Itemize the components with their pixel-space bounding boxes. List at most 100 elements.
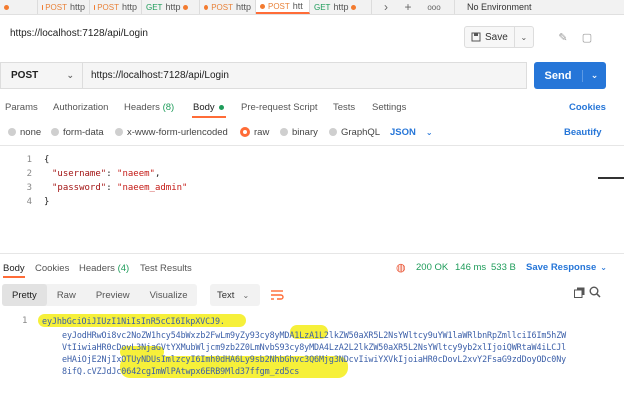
tab-headers[interactable]: Headers (8)	[124, 98, 174, 116]
response-tab-headers[interactable]: Headers (4)	[79, 259, 129, 277]
more-tabs-chevron-icon[interactable]: ›	[378, 0, 394, 14]
environment-selector[interactable]: No Environment	[454, 0, 624, 14]
request-tab[interactable]: POST http	[38, 0, 90, 14]
tab-title: htt	[292, 1, 303, 11]
unsaved-dot-icon	[351, 4, 357, 10]
tab-title: http	[333, 2, 349, 12]
unsaved-dot-icon	[204, 4, 209, 10]
tab-title: http	[121, 2, 137, 12]
format-pretty[interactable]: Pretty	[2, 284, 47, 306]
active-tab-underline	[3, 276, 25, 278]
json-label: JSON	[390, 126, 416, 138]
radio-circle-icon	[115, 128, 123, 136]
comments-icon[interactable]: ▢	[576, 26, 598, 48]
line-number: 3	[26, 183, 32, 193]
save-response-button[interactable]: Save Response ⌄	[526, 259, 607, 275]
radio-label: x-www-form-urlencoded	[127, 126, 228, 138]
json-colon: :	[106, 169, 118, 179]
response-format-group: Pretty Raw Preview Visualize	[2, 284, 198, 306]
copy-icon[interactable]	[572, 285, 586, 299]
response-tab-body[interactable]: Body	[3, 259, 25, 277]
radio-circle-icon	[329, 128, 337, 136]
globe-icon[interactable]: ◍	[396, 259, 406, 275]
request-tab[interactable]: GET http	[310, 0, 372, 14]
send-button[interactable]: Send ⌄	[534, 62, 606, 89]
request-tab[interactable]: POST http	[90, 0, 142, 14]
request-tab[interactable]: GET http	[142, 0, 200, 14]
format-preview[interactable]: Preview	[86, 284, 140, 306]
radio-circle-icon	[280, 128, 288, 136]
response-type-select[interactable]: Text ⌄	[210, 284, 260, 306]
response-tab-cookies[interactable]: Cookies	[35, 259, 69, 277]
unsaved-dot-icon	[4, 4, 9, 10]
cookies-link[interactable]: Cookies	[569, 98, 606, 116]
tab-body[interactable]: Body	[193, 98, 224, 116]
radio-label: GraphQL	[341, 126, 381, 138]
unsaved-dot-icon	[183, 4, 189, 10]
tab-title: http	[69, 2, 85, 12]
url-input[interactable]: https://localhost:7128/api/Login	[82, 62, 527, 89]
format-visualize[interactable]: Visualize	[140, 284, 198, 306]
request-tab[interactable]	[0, 0, 38, 14]
tab-method: POST	[97, 2, 119, 12]
chevron-down-icon[interactable]: ⌄	[515, 33, 533, 42]
response-token-line: eyJhbGciOiJIUzI1NiIsInR5cCI6IkpXVCJ9.	[42, 316, 225, 326]
response-time[interactable]: 146 ms	[455, 259, 486, 275]
tab-pre-request-script[interactable]: Pre-request Script	[241, 98, 318, 116]
url-value: https://localhost:7128/api/Login	[91, 70, 229, 81]
request-tab[interactable]: POST http	[200, 0, 256, 14]
radio-none[interactable]: none	[8, 125, 41, 139]
json-colon: :	[106, 183, 118, 193]
search-icon[interactable]	[588, 285, 602, 299]
line-number: 1	[22, 316, 28, 326]
radio-raw[interactable]: raw	[240, 125, 269, 139]
radio-urlencoded[interactable]: x-www-form-urlencoded	[115, 125, 228, 139]
chevron-down-icon: ⌄	[242, 290, 250, 300]
radio-binary[interactable]: binary	[280, 125, 318, 139]
more-options-icon[interactable]: ooo	[424, 0, 444, 14]
chevron-down-icon[interactable]: ⌄	[583, 70, 606, 81]
unsaved-dot-icon	[260, 3, 265, 9]
radio-form-data[interactable]: form-data	[51, 125, 104, 139]
radio-circle-icon	[51, 128, 59, 136]
chevron-down-icon: ⌄	[425, 127, 433, 137]
json-key: "password"	[52, 183, 107, 193]
save-label: Save	[485, 31, 508, 43]
json-value: "naeem"	[117, 169, 155, 179]
line-number: 1	[26, 155, 32, 165]
active-tab-underline	[192, 116, 226, 118]
tab-body-label: Body	[193, 101, 215, 113]
beautify-link[interactable]: Beautify	[564, 125, 601, 139]
json-comma: ,	[154, 169, 161, 179]
request-tabs: Params Authorization Headers (8) Body Pr…	[0, 98, 624, 116]
format-raw[interactable]: Raw	[47, 284, 86, 306]
wrap-lines-icon[interactable]	[266, 284, 288, 306]
method-select[interactable]: POST ⌄	[0, 62, 82, 89]
code-line: }	[44, 197, 50, 207]
tab-settings[interactable]: Settings	[372, 98, 406, 116]
tab-method: POST	[211, 2, 233, 12]
resize-handle[interactable]	[598, 177, 624, 179]
edit-icon[interactable]: ✎	[552, 26, 574, 48]
tab-authorization[interactable]: Authorization	[53, 98, 108, 116]
request-tab-active[interactable]: POST htt	[256, 0, 310, 14]
status-code[interactable]: 200 OK	[416, 259, 448, 275]
radio-graphql[interactable]: GraphQL	[329, 125, 380, 139]
response-tab-test-results[interactable]: Test Results	[140, 259, 192, 277]
save-button[interactable]: Save ⌄	[464, 26, 534, 48]
response-size[interactable]: 533 B	[491, 259, 516, 275]
tab-method: POST	[268, 1, 290, 11]
request-title: https://localhost:7128/api/Login	[10, 28, 148, 39]
new-tab-plus-icon[interactable]: +	[400, 0, 416, 14]
radio-label: raw	[254, 126, 270, 138]
tab-tests[interactable]: Tests	[333, 98, 355, 116]
tab-params[interactable]: Params	[5, 98, 38, 116]
request-body-editor[interactable]: 1 2 3 4 { "username": "naeem", "password…	[0, 151, 624, 251]
json-key: "username"	[52, 169, 107, 179]
json-type-select[interactable]: JSON ⌄	[390, 125, 433, 139]
json-value: "naeem_admin"	[117, 183, 188, 193]
chevron-down-icon: ⌄	[66, 70, 74, 80]
radio-label: form-data	[63, 126, 104, 138]
response-headers-count: (4)	[117, 262, 130, 274]
divider	[0, 145, 624, 146]
